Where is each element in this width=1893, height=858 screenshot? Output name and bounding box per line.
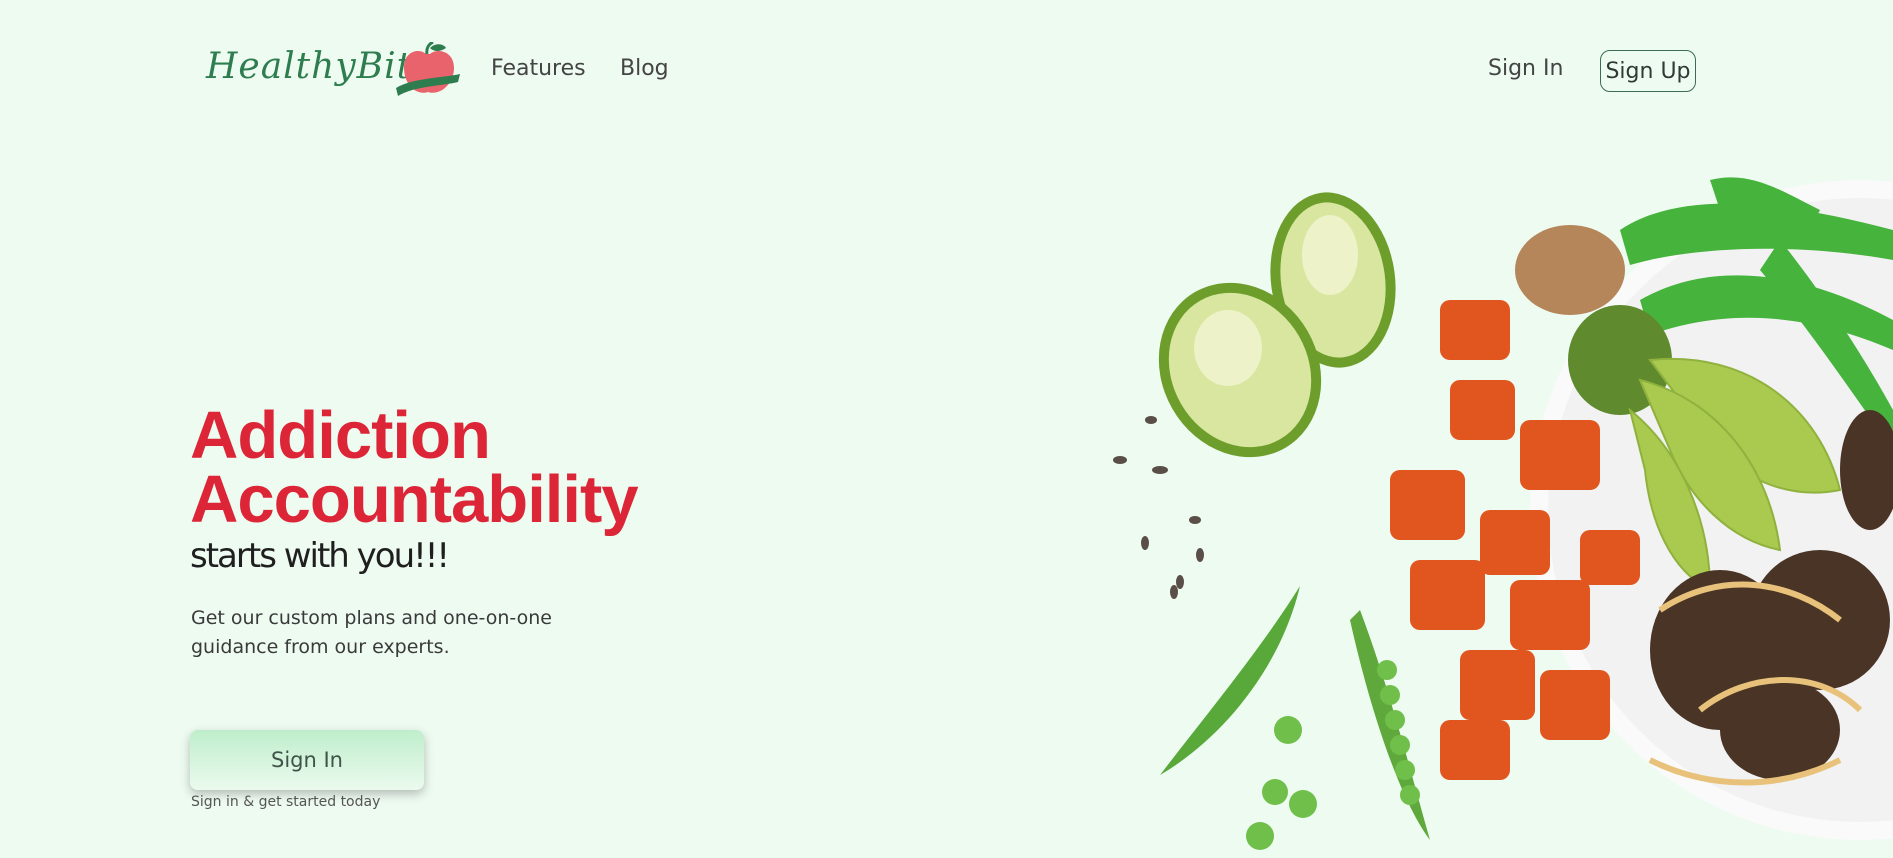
hero-title: Addiction Accountability bbox=[190, 398, 639, 537]
hero-subtitle: starts with you!!! bbox=[190, 536, 450, 576]
hero-description: Get our custom plans and one-on-one guid… bbox=[191, 607, 552, 658]
apple-icon bbox=[396, 42, 460, 96]
cta-note: Sign in & get started today bbox=[191, 794, 381, 810]
nav-sign-in-link[interactable]: Sign In bbox=[1488, 56, 1563, 81]
brand-logo[interactable]: HealthyBite bbox=[204, 42, 460, 100]
sign-up-button[interactable]: Sign Up bbox=[1600, 50, 1696, 92]
nav-link-features[interactable]: Features bbox=[491, 56, 586, 81]
top-navigation: HealthyBite Features Blog Sign In Sign U… bbox=[0, 0, 1893, 140]
hero-title-line-2: Accountability bbox=[190, 462, 639, 537]
hero-title-line-1: Addiction bbox=[190, 398, 491, 473]
nav-link-blog[interactable]: Blog bbox=[620, 56, 669, 81]
hero-sign-in-button[interactable]: Sign In bbox=[190, 730, 424, 790]
bowl-of-food-image bbox=[1113, 177, 1893, 850]
